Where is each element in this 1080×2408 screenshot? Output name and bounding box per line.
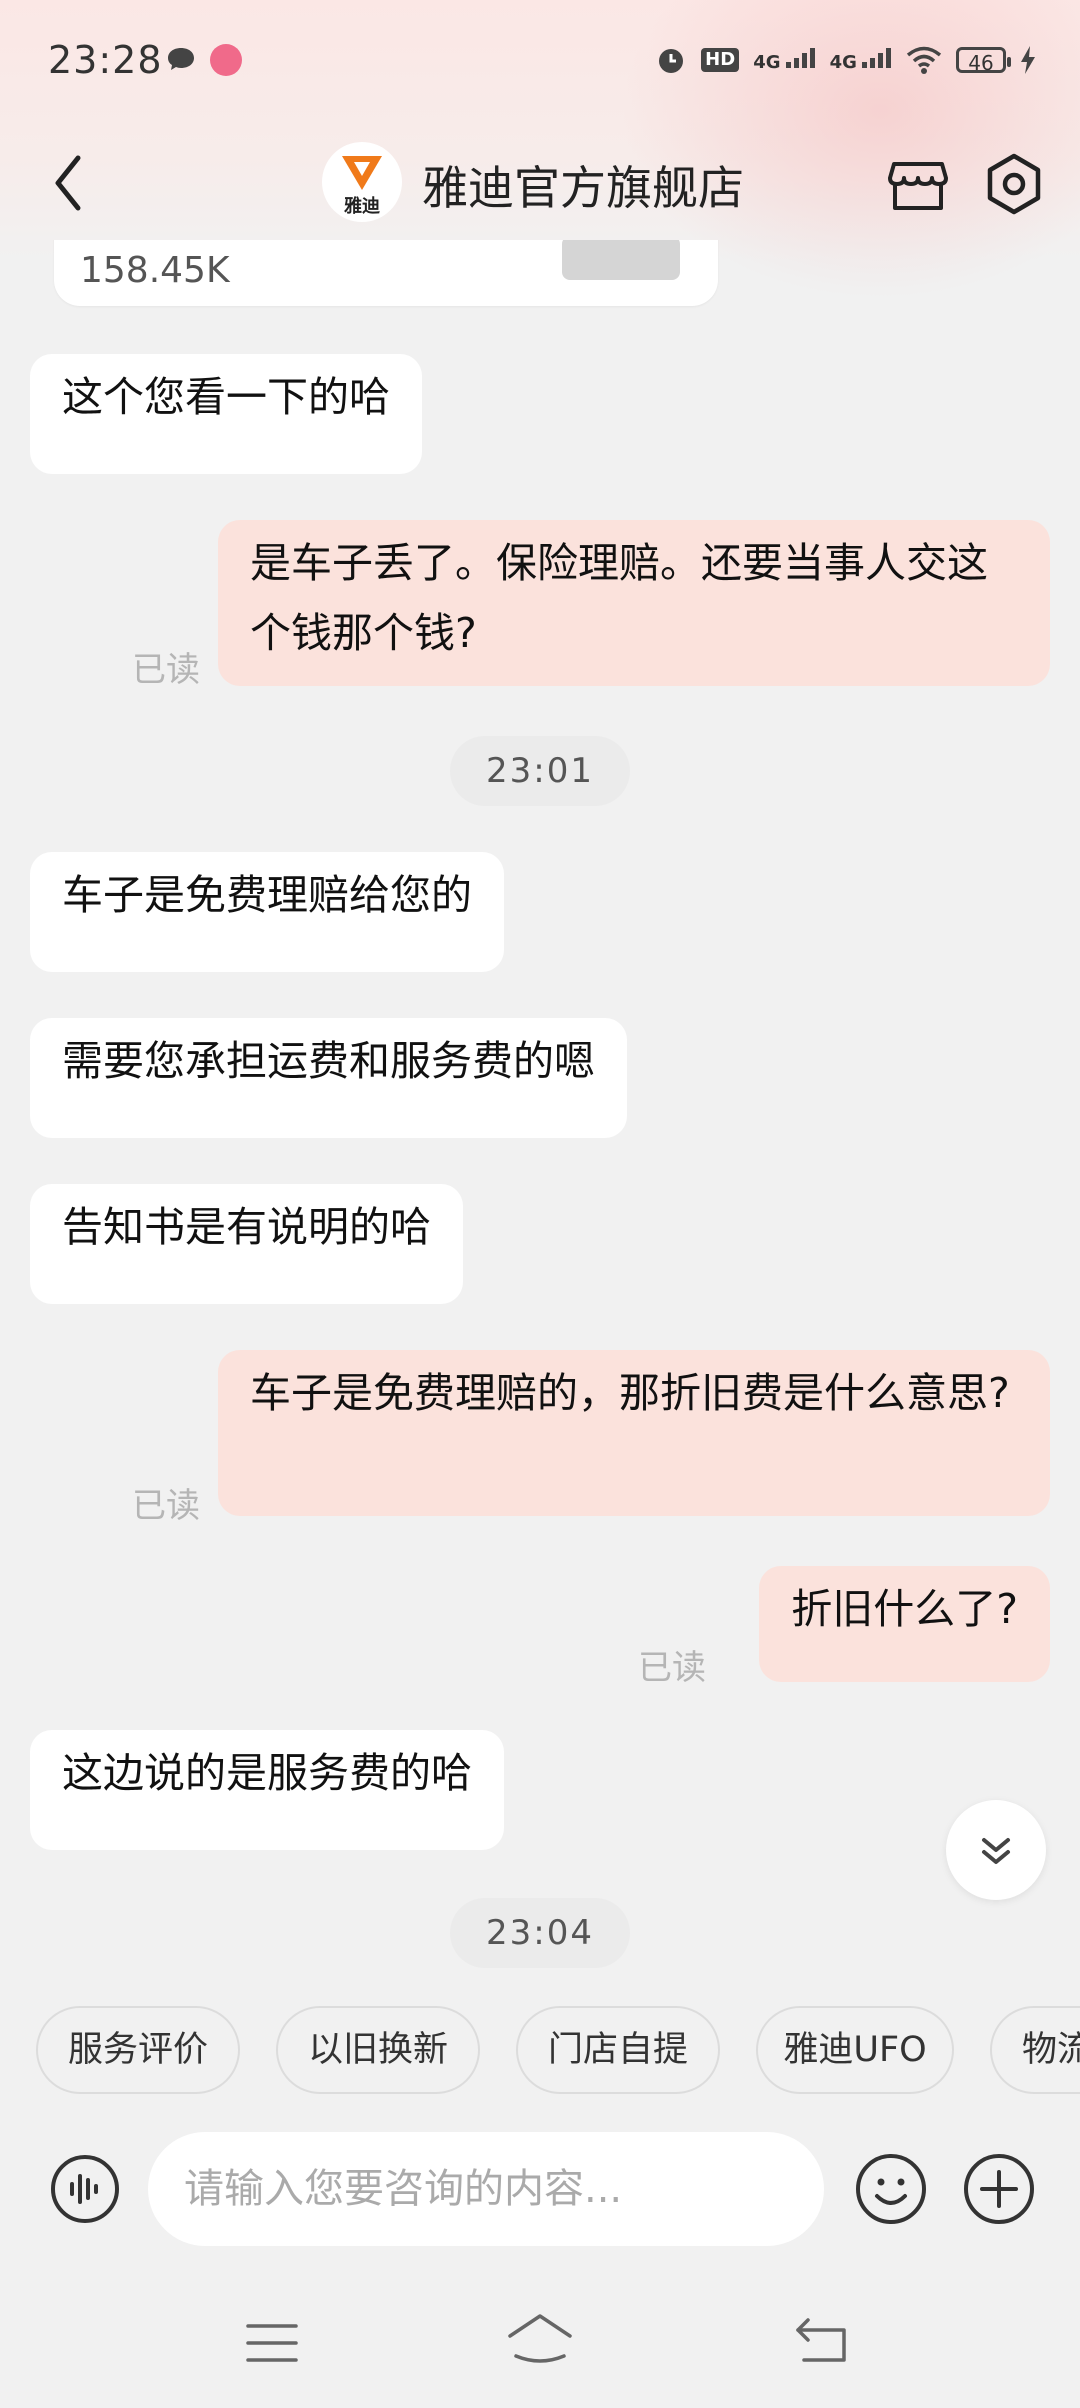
product-price: 158.45K (80, 250, 230, 291)
message-incoming: 告知书是有说明的哈 (30, 1184, 463, 1304)
signal-icon-1: 4G (753, 48, 815, 72)
message-text: 告知书是有说明的哈 (62, 1203, 431, 1251)
message-text: 这个您看一下的哈 (62, 373, 390, 421)
message-outgoing: 折旧什么了? (759, 1566, 1050, 1682)
status-time: 23:28 (48, 38, 163, 82)
alarm-icon (659, 49, 684, 73)
nav-menu-icon[interactable] (244, 2318, 300, 2368)
signal-icon-2: 4G (830, 48, 892, 72)
message-incoming: 这边说的是服务费的哈 (30, 1730, 504, 1850)
plus-icon[interactable] (962, 2152, 1036, 2226)
app-avatar-icon (210, 44, 242, 76)
wifi-icon (906, 46, 942, 74)
quick-reply-chip[interactable]: 雅迪UFO (756, 2006, 954, 2094)
message-notification-icon (168, 48, 194, 70)
shop-logo-text: 雅迪 (344, 196, 380, 217)
read-status: 已读 (638, 1648, 706, 1688)
quick-reply-chip[interactable]: 物流 (990, 2006, 1080, 2094)
message-text: 折旧什么了? (791, 1585, 1018, 1633)
message-outgoing: 车子是免费理赔的，那折旧费是什么意思? (218, 1350, 1050, 1516)
back-arrow-icon[interactable] (44, 148, 94, 218)
message-input[interactable]: 请输入您要咨询的内容... (148, 2132, 824, 2246)
store-icon[interactable] (884, 150, 952, 218)
read-status: 已读 (132, 650, 200, 690)
message-incoming: 需要您承担运费和服务费的嗯 (30, 1018, 627, 1138)
shop-name[interactable]: 雅迪官方旗舰店 (422, 152, 744, 218)
status-icons: HD 4G 4G 46 (655, 40, 1036, 80)
message-incoming: 这个您看一下的哈 (30, 354, 422, 474)
emoji-icon[interactable] (854, 2152, 928, 2226)
hd-icon: HD (701, 48, 740, 72)
nav-back-icon[interactable] (790, 2312, 852, 2368)
message-input-placeholder: 请输入您要咨询的内容... (184, 2166, 623, 2212)
quick-reply-chip[interactable]: 门店自提 (516, 2006, 720, 2094)
scroll-down-icon (982, 1838, 1010, 1864)
quick-reply-bar: 服务评价 以旧换新 门店自提 雅迪UFO 物流 (0, 2006, 1080, 2098)
nav-home-icon[interactable] (504, 2310, 576, 2370)
scroll-to-bottom-button[interactable] (946, 1800, 1046, 1900)
chat-message-list[interactable]: 158.45K 这个您看一下的哈 已读 是车子丢了。保险理赔。还要当事人交这个钱… (0, 240, 1080, 1980)
shop-logo[interactable]: 雅迪 (322, 142, 402, 222)
time-divider: 23:01 (450, 736, 630, 806)
chat-header: 雅迪 雅迪官方旗舰店 (0, 130, 1080, 240)
time-divider: 23:04 (450, 1898, 630, 1968)
charging-icon (1021, 46, 1035, 74)
status-bar: 23:28 HD 4G 4G 46 (0, 0, 1080, 120)
message-text: 车子是免费理赔的，那折旧费是什么意思? (250, 1369, 1010, 1417)
message-incoming: 车子是免费理赔给您的 (30, 852, 504, 972)
product-action-button[interactable] (562, 240, 680, 280)
voice-icon[interactable] (50, 2154, 120, 2224)
settings-icon[interactable] (980, 150, 1048, 218)
message-outgoing: 是车子丢了。保险理赔。还要当事人交这个钱那个钱? (218, 520, 1050, 686)
message-text: 这边说的是服务费的哈 (62, 1749, 472, 1797)
quick-reply-chip[interactable]: 服务评价 (36, 2006, 240, 2094)
message-text: 车子是免费理赔给您的 (62, 871, 472, 919)
message-text: 需要您承担运费和服务费的嗯 (62, 1037, 595, 1085)
quick-reply-chip[interactable]: 以旧换新 (276, 2006, 480, 2094)
message-text: 是车子丢了。保险理赔。还要当事人交这个钱那个钱? (250, 539, 988, 657)
product-card[interactable]: 158.45K (54, 240, 718, 306)
battery-icon: 46 (956, 47, 1011, 75)
read-status: 已读 (132, 1486, 200, 1526)
